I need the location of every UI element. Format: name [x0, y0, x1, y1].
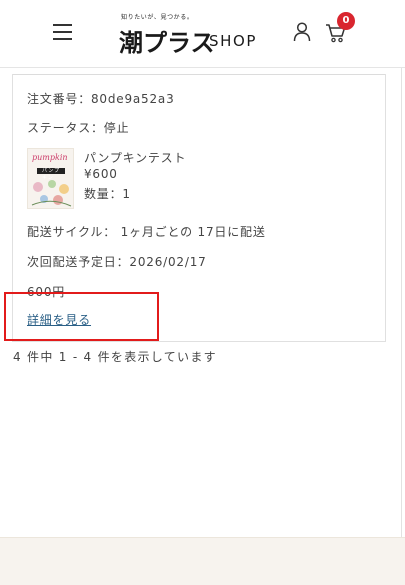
- thumb-tag: パンプキン: [37, 168, 65, 181]
- logo-shop: SHOP: [209, 32, 258, 50]
- highlight-box: [4, 292, 159, 341]
- logo-tagline: 知りたいが、見つかる。: [121, 14, 194, 21]
- site-header: 知りたいが、見つかる。 潮プラス SHOP 0: [0, 0, 405, 68]
- thumb-illustration: [31, 180, 72, 207]
- logo-main: 潮プラス: [119, 29, 215, 57]
- hamburger-menu-icon[interactable]: [53, 22, 75, 40]
- cart-count-badge: 0: [337, 12, 355, 30]
- order-number: 注文番号：80de9a52a3: [27, 92, 175, 106]
- cart-button[interactable]: 0: [325, 12, 355, 44]
- pagination-info: 4 件中 1 - 4 件を表示しています: [13, 350, 217, 364]
- content-right-rule: [401, 68, 402, 538]
- product-name: パンプキンテスト: [84, 151, 187, 165]
- delivery-cycle: 配送サイクル： 1ヶ月ごとの 17日に配送: [27, 225, 266, 239]
- product-quantity: 数量：1: [84, 187, 131, 201]
- product-thumbnail: pumpkin パンプキン: [27, 148, 74, 209]
- product-price: ¥600: [84, 167, 118, 181]
- site-logo[interactable]: 知りたいが、見つかる。 潮プラス SHOP: [119, 12, 269, 57]
- thumb-title: pumpkin: [32, 153, 68, 162]
- user-icon[interactable]: [293, 22, 311, 42]
- next-delivery-date: 次回配送予定日：2026/02/17: [27, 255, 207, 269]
- order-status: ステータス：停止: [27, 121, 130, 135]
- footer-band: [0, 537, 405, 585]
